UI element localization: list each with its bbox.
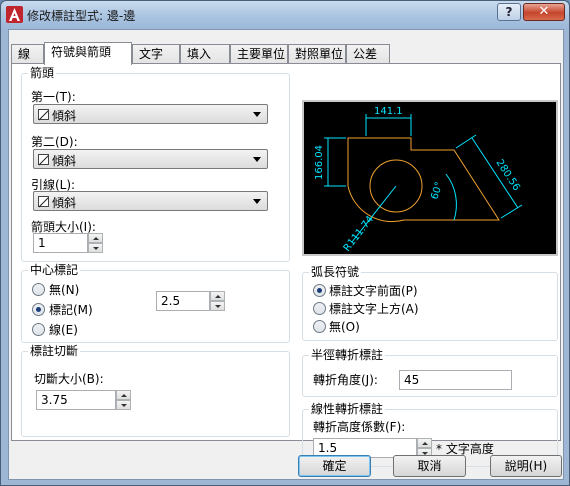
first-arrow-select[interactable]: 傾斜 bbox=[33, 104, 268, 124]
chevron-down-icon bbox=[253, 157, 261, 162]
second-arrow-value: 傾斜 bbox=[52, 154, 77, 168]
radius-jog-title: 半徑轉折標註 bbox=[309, 348, 386, 362]
spin-up-icon[interactable] bbox=[417, 438, 432, 448]
break-size-spinner[interactable] bbox=[116, 390, 131, 410]
arrow-size-input[interactable]: 1 bbox=[33, 233, 88, 253]
oblique-swatch-icon bbox=[38, 196, 49, 207]
spin-down-icon[interactable] bbox=[88, 243, 103, 253]
center-mark-size-spinner[interactable] bbox=[210, 291, 225, 311]
center-marks-title: 中心標記 bbox=[28, 263, 81, 277]
arc-symbol-above-radio[interactable] bbox=[313, 302, 326, 315]
text-height-unit-label: * 文字高度 bbox=[436, 442, 494, 456]
first-arrow-label: 第一(T): bbox=[31, 90, 76, 104]
tab-alternate-units[interactable]: 對照單位 bbox=[288, 44, 346, 64]
preview-geometry bbox=[347, 137, 500, 223]
jog-height-label: 轉折高度係數(F): bbox=[313, 420, 406, 434]
center-mark-mark-label: 標記(M) bbox=[49, 303, 93, 317]
tab-fit[interactable]: 填入 bbox=[180, 44, 230, 64]
help-button[interactable]: 說明(H) bbox=[490, 455, 562, 477]
break-size-input[interactable]: 3.75 bbox=[36, 390, 116, 410]
spin-down-icon[interactable] bbox=[210, 301, 225, 311]
center-mark-none-radio[interactable] bbox=[32, 283, 45, 296]
arc-symbol-none-radio[interactable] bbox=[313, 320, 326, 333]
cancel-button[interactable]: 取消 bbox=[393, 455, 466, 477]
dimension-preview: 141.1 166.04 280.56 60° R111.74 bbox=[302, 100, 558, 256]
leader-arrow-label: 引線(L): bbox=[31, 178, 76, 192]
spin-up-icon[interactable] bbox=[88, 233, 103, 243]
center-mark-none-label: 無(N) bbox=[49, 283, 80, 297]
oblique-swatch-icon bbox=[38, 109, 49, 120]
title-bar[interactable]: 修改標註型式: 邊-邊 ? ✕ bbox=[1, 1, 569, 29]
center-mark-line-radio[interactable] bbox=[32, 323, 45, 336]
oblique-swatch-icon bbox=[38, 154, 49, 165]
jog-angle-input[interactable]: 45 bbox=[399, 370, 512, 390]
dim-top-text: 141.1 bbox=[374, 106, 403, 117]
dialog-window: 修改標註型式: 邊-邊 ? ✕ 線 符號與箭頭 文字 填入 主要單位 對照單位 … bbox=[0, 0, 570, 486]
tab-panel: 箭頭 第一(T): 傾斜 第二(D): 傾斜 引線(L): 傾斜 箭頭大小(I)… bbox=[11, 63, 561, 467]
preview-dimensions bbox=[324, 114, 523, 243]
window-title: 修改標註型式: 邊-邊 bbox=[27, 9, 136, 23]
dim-left-text: 166.04 bbox=[314, 145, 325, 180]
spin-down-icon[interactable] bbox=[116, 400, 131, 410]
leader-arrow-value: 傾斜 bbox=[52, 196, 77, 210]
dialog-body: 線 符號與箭頭 文字 填入 主要單位 對照單位 公差 箭頭 第一(T): 傾斜 … bbox=[8, 29, 564, 480]
arrow-size-label: 箭頭大小(I): bbox=[31, 220, 96, 234]
radius-jog-group: 半徑轉折標註 轉折角度(J): 45 bbox=[302, 348, 558, 397]
tab-tolerances[interactable]: 公差 bbox=[346, 44, 390, 64]
arc-symbol-preceding-radio[interactable] bbox=[313, 284, 326, 297]
chevron-down-icon bbox=[253, 199, 261, 204]
tab-lines[interactable]: 線 bbox=[11, 44, 44, 64]
center-mark-line-label: 線(E) bbox=[49, 323, 78, 337]
break-size-label: 切斷大小(B): bbox=[34, 372, 104, 386]
arc-length-group: 弧長符號 標註文字前面(P) 標註文字上方(A) 無(O) bbox=[302, 265, 558, 341]
arrowheads-group: 箭頭 第一(T): 傾斜 第二(D): 傾斜 引線(L): 傾斜 箭頭大小(I)… bbox=[21, 66, 290, 262]
spin-up-icon[interactable] bbox=[210, 291, 225, 301]
chevron-down-icon bbox=[253, 112, 261, 117]
arc-length-title: 弧長符號 bbox=[309, 265, 362, 279]
autocad-app-icon bbox=[6, 6, 23, 23]
second-arrow-label: 第二(D): bbox=[31, 135, 78, 149]
tab-primary-units[interactable]: 主要單位 bbox=[230, 44, 288, 64]
first-arrow-value: 傾斜 bbox=[52, 109, 77, 123]
arc-symbol-preceding-label: 標註文字前面(P) bbox=[329, 284, 418, 298]
dimension-break-title: 標註切斷 bbox=[28, 344, 81, 358]
arc-symbol-above-label: 標註文字上方(A) bbox=[329, 302, 419, 316]
dimension-break-group: 標註切斷 切斷大小(B): 3.75 bbox=[21, 344, 290, 437]
tab-text[interactable]: 文字 bbox=[132, 44, 180, 64]
ok-button[interactable]: 確定 bbox=[298, 455, 371, 477]
spin-up-icon[interactable] bbox=[116, 390, 131, 400]
help-title-button[interactable]: ? bbox=[497, 3, 521, 21]
leader-arrow-select[interactable]: 傾斜 bbox=[33, 191, 268, 211]
dim-angle-text: 60° bbox=[429, 181, 445, 201]
second-arrow-select[interactable]: 傾斜 bbox=[33, 149, 268, 169]
dim-radius-text: R111.74 bbox=[342, 214, 376, 254]
tab-symbols-arrows[interactable]: 符號與箭頭 bbox=[44, 42, 132, 65]
dim-right-text: 280.56 bbox=[493, 158, 521, 193]
close-button[interactable]: ✕ bbox=[523, 3, 565, 21]
jog-angle-label: 轉折角度(J): bbox=[313, 373, 378, 387]
arc-symbol-none-label: 無(O) bbox=[329, 320, 360, 334]
arrowheads-title: 箭頭 bbox=[28, 66, 57, 80]
linear-jog-title: 線性轉折標註 bbox=[309, 402, 386, 416]
center-mark-size-input[interactable]: 2.5 bbox=[156, 291, 210, 311]
center-marks-group: 中心標記 無(N) 標記(M) 線(E) 2.5 bbox=[21, 263, 290, 343]
arrow-size-spinner[interactable] bbox=[88, 233, 103, 253]
center-mark-mark-radio[interactable] bbox=[32, 303, 45, 316]
